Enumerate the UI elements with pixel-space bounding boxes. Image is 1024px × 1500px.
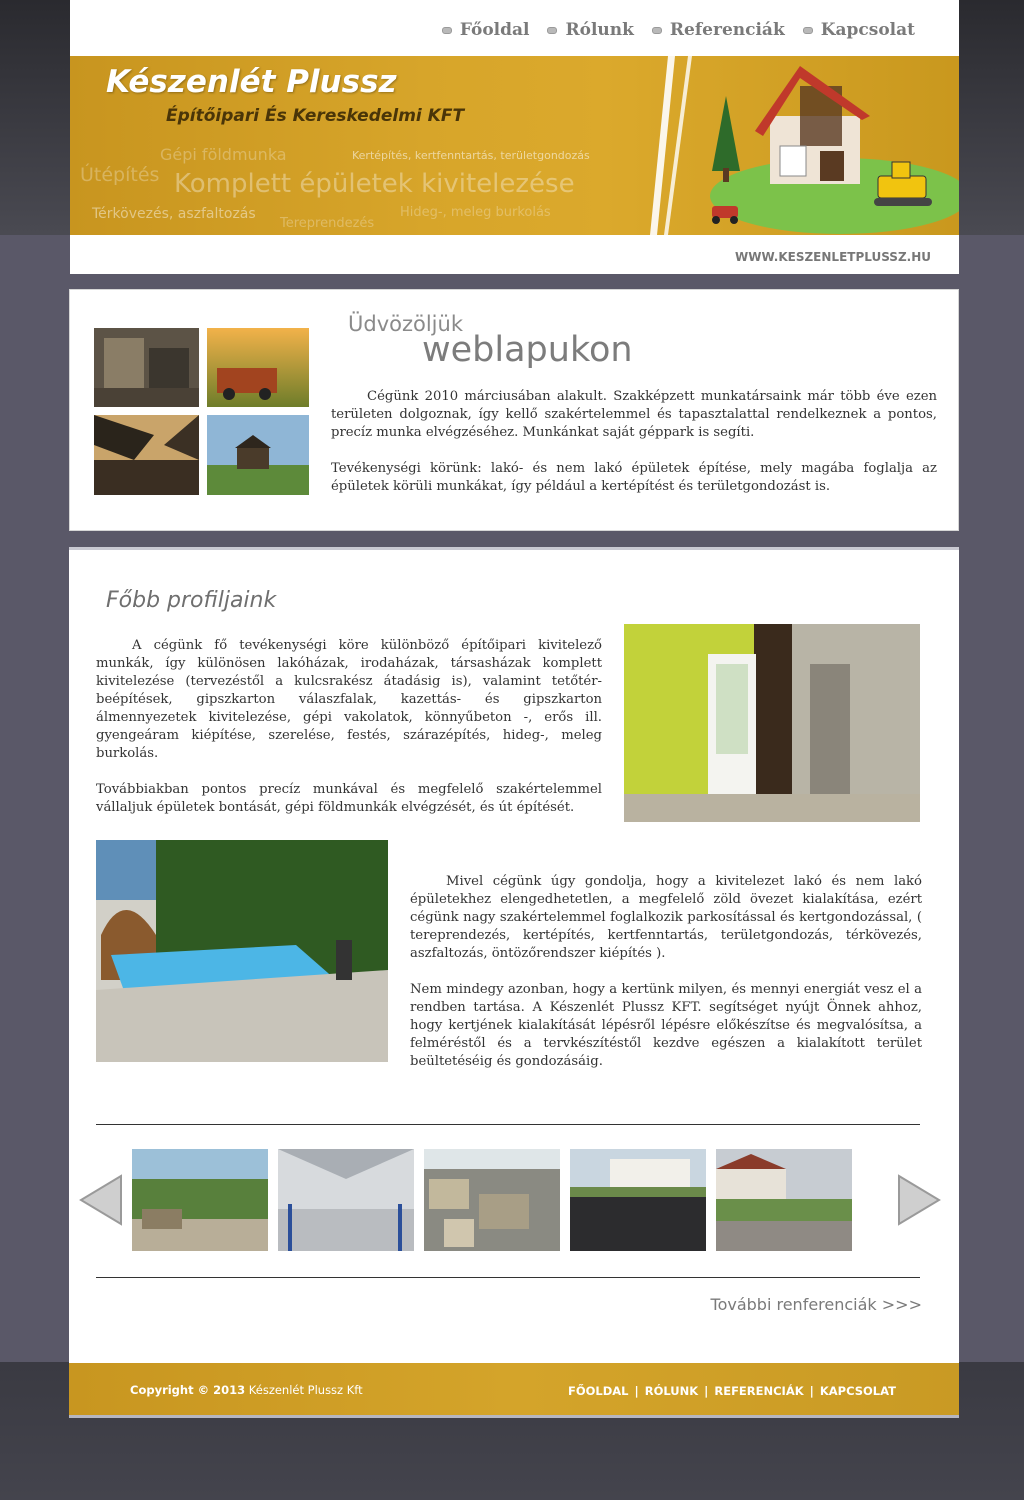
nav-item-kapcsolat[interactable]: Kapcsolat xyxy=(802,20,915,40)
footer: Copyright © 2013 Készenlét Plussz Kft FŐ… xyxy=(69,1363,959,1418)
banner-word: Tereprendezés xyxy=(280,216,375,231)
banner-word: Hideg-, meleg burkolás xyxy=(400,205,551,220)
gallery-prev-arrow-icon[interactable] xyxy=(77,1172,125,1228)
banner-word: Útépítés xyxy=(80,164,160,186)
divider xyxy=(96,1277,920,1278)
company-tagline: Építőipari És Kereskedelmi KFT xyxy=(166,106,465,126)
more-references-link[interactable]: További renferenciák >>> xyxy=(711,1295,922,1314)
house-illustration xyxy=(650,56,959,235)
thumbnail-image xyxy=(207,328,309,407)
site-url: WWW.KESZENLETPLUSSZ.HU xyxy=(735,250,931,264)
bullet-icon xyxy=(802,26,813,34)
footer-separator: | xyxy=(704,1384,709,1398)
footer-separator: | xyxy=(809,1384,814,1398)
banner-word: Komplett épületek kivitelezése xyxy=(174,169,575,199)
banner: Készenlét Plussz Építőipari És Kereskede… xyxy=(70,56,959,235)
profile-section: Főbb profiljaink A cégünk fő tevékenység… xyxy=(69,547,959,1363)
top-navigation: Főoldal Rólunk Referenciák Kapcsolat xyxy=(441,20,915,40)
copyright: Copyright © 2013 Készenlét Plussz Kft xyxy=(130,1383,363,1397)
profile-paragraph: Továbbiakban pontos precíz munkával és m… xyxy=(96,782,602,815)
footer-link-referenciak[interactable]: REFERENCIÁK xyxy=(714,1384,803,1398)
banner-word: Gépi földmunka xyxy=(160,145,287,164)
divider xyxy=(96,1124,920,1125)
pool-garden-photo xyxy=(96,840,388,1062)
welcome-paragraph: Tevékenységi körünk: lakó- és nem lakó é… xyxy=(331,461,937,494)
footer-link-rolunk[interactable]: RÓLUNK xyxy=(645,1384,698,1398)
footer-separator: | xyxy=(634,1384,639,1398)
profile-paragraph: Mivel cégünk úgy gondolja, hogy a kivite… xyxy=(410,874,922,961)
header: Főoldal Rólunk Referenciák Kapcsolat Kés… xyxy=(70,0,959,274)
welcome-text: Cégünk 2010 márciusában alakult. Szakkép… xyxy=(331,388,937,514)
reference-gallery xyxy=(132,1149,852,1251)
nav-item-referenciak[interactable]: Referenciák xyxy=(651,20,785,40)
profile-paragraph: Nem mindegy azonban, hogy a kertünk mily… xyxy=(410,982,922,1069)
gallery-thumbnail[interactable] xyxy=(424,1149,560,1251)
thumbnail-image xyxy=(94,415,199,495)
gallery-thumbnail[interactable] xyxy=(570,1149,706,1251)
gallery-thumbnail[interactable] xyxy=(132,1149,268,1251)
welcome-section: Üdvözöljük weblapukon Cégünk 2010 márciu… xyxy=(69,289,959,531)
bullet-icon xyxy=(651,26,662,34)
profile-text-block: Mivel cégünk úgy gondolja, hogy a kivite… xyxy=(410,873,922,1089)
welcome-paragraph: Cégünk 2010 márciusában alakult. Szakkép… xyxy=(331,389,937,440)
interior-photo xyxy=(624,624,920,822)
banner-word: Kertépítés, kertfenntartás, területgondo… xyxy=(352,149,590,162)
thumbnail-grid xyxy=(94,328,309,495)
bullet-icon xyxy=(547,26,558,34)
footer-link-fooldal[interactable]: FŐOLDAL xyxy=(568,1384,629,1398)
profile-paragraph: A cégünk fő tevékenységi köre különböző … xyxy=(96,638,602,761)
nav-item-rolunk[interactable]: Rólunk xyxy=(547,20,634,40)
gallery-thumbnail[interactable] xyxy=(716,1149,852,1251)
gallery-thumbnail[interactable] xyxy=(278,1149,414,1251)
bullet-icon xyxy=(441,26,452,34)
thumbnail-image xyxy=(207,415,309,495)
banner-word: Térkövezés, aszfaltozás xyxy=(92,206,256,222)
thumbnail-image xyxy=(94,328,199,407)
welcome-heading-large: weblapukon xyxy=(422,330,633,370)
nav-item-fooldal[interactable]: Főoldal xyxy=(441,20,529,40)
footer-navigation: FŐOLDAL | RÓLUNK | REFERENCIÁK | KAPCSOL… xyxy=(568,1384,896,1398)
section-title: Főbb profiljaink xyxy=(106,588,277,613)
gallery-next-arrow-icon[interactable] xyxy=(895,1172,943,1228)
profile-text-block: A cégünk fő tevékenységi köre különböző … xyxy=(96,637,602,835)
footer-link-kapcsolat[interactable]: KAPCSOLAT xyxy=(820,1384,896,1398)
company-name: Készenlét Plussz xyxy=(106,64,397,100)
